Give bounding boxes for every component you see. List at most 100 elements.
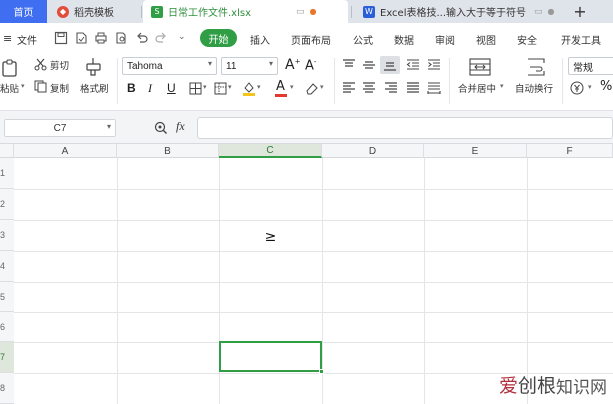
menu-security[interactable]: 安全 — [517, 32, 537, 47]
menu-dev-tools[interactable]: 开发工具 — [561, 32, 601, 47]
merge-cells-icon[interactable] — [469, 58, 491, 76]
grid-line — [14, 312, 613, 313]
percent-button[interactable]: % — [600, 79, 612, 94]
currency-icon[interactable] — [570, 81, 584, 95]
cell-style-dropdown-icon[interactable]: ▾ — [228, 83, 232, 91]
align-bottom-button[interactable] — [380, 56, 400, 74]
redo-icon[interactable] — [154, 31, 168, 45]
quick-access-dropdown-icon[interactable]: ⌄ — [178, 32, 186, 42]
save-icon[interactable] — [54, 31, 68, 45]
paste-dropdown-icon[interactable]: ▾ — [21, 82, 25, 90]
border-icon[interactable] — [189, 82, 202, 95]
merge-dropdown-icon[interactable]: ▾ — [500, 82, 504, 90]
formula-input[interactable] — [197, 117, 613, 139]
align-middle-icon[interactable] — [362, 59, 376, 71]
underline-button[interactable]: U — [167, 81, 176, 95]
distributed-align-icon[interactable] — [427, 82, 441, 94]
grid-line — [322, 158, 323, 404]
row-header-2[interactable]: 2 — [0, 189, 14, 220]
menu-formula[interactable]: 公式 — [353, 32, 373, 47]
window-icon[interactable]: ▭ — [534, 7, 543, 17]
menu-page-layout[interactable]: 页面布局 — [291, 32, 331, 47]
format-painter-label[interactable]: 格式刷 — [80, 81, 109, 95]
menu-insert[interactable]: 插入 — [250, 32, 270, 47]
column-header-a[interactable]: A — [14, 144, 117, 158]
column-header-d[interactable]: D — [322, 144, 424, 158]
align-right-icon[interactable] — [384, 82, 398, 94]
bold-button[interactable]: B — [127, 81, 136, 95]
menu-review[interactable]: 审阅 — [435, 32, 455, 47]
tab-document[interactable]: S 日常工作文件.xlsx ▭ ● — [143, 0, 348, 23]
cut-label[interactable]: 剪切 — [50, 58, 69, 72]
new-tab-button[interactable]: + — [570, 0, 590, 23]
currency-dropdown-icon[interactable]: ▾ — [588, 83, 592, 91]
font-size-value: 11 — [226, 60, 237, 72]
wrap-text-icon[interactable] — [525, 58, 547, 76]
chevron-down-icon: ▾ — [268, 59, 273, 68]
row-header-6[interactable]: 6 — [0, 312, 14, 342]
wrap-text-label[interactable]: 自动换行 — [515, 81, 553, 95]
format-painter-icon[interactable] — [84, 57, 104, 77]
cell-c3[interactable]: ≥ — [219, 226, 322, 248]
clear-format-icon[interactable] — [305, 82, 319, 95]
row-header-4[interactable]: 4 — [0, 251, 14, 282]
column-header-c[interactable]: C — [219, 144, 322, 158]
copy-icon[interactable] — [34, 80, 47, 93]
align-center-icon[interactable] — [362, 82, 376, 94]
increase-indent-icon[interactable] — [427, 59, 441, 71]
decrease-font-icon[interactable]: A- — [305, 58, 316, 73]
grid-line — [527, 158, 528, 404]
fill-color-icon[interactable] — [242, 81, 256, 96]
row-header-7[interactable]: 7 — [0, 342, 14, 373]
undo-icon[interactable] — [135, 31, 149, 45]
window-icon[interactable]: ▭ — [296, 7, 305, 17]
paste-icon[interactable] — [0, 58, 20, 78]
font-name-select[interactable]: Tahoma ▾ — [122, 57, 217, 75]
active-cell-c7[interactable] — [219, 341, 324, 374]
zoom-icon[interactable] — [154, 121, 168, 135]
hamburger-icon[interactable]: ≡ — [3, 32, 12, 45]
export-pdf-icon[interactable] — [74, 31, 88, 45]
watermark-part3: 知识网 — [556, 378, 607, 398]
column-header-f[interactable]: F — [527, 144, 613, 158]
font-color-icon[interactable]: A — [276, 79, 285, 94]
font-color-dropdown-icon[interactable]: ▾ — [290, 83, 294, 91]
menu-start[interactable]: 开始 — [200, 29, 237, 47]
border-dropdown-icon[interactable]: ▾ — [203, 83, 207, 91]
increase-font-icon[interactable]: A+ — [285, 57, 300, 73]
clear-dropdown-icon[interactable]: ▾ — [320, 83, 324, 91]
menu-data[interactable]: 数据 — [394, 32, 414, 47]
italic-button[interactable]: I — [148, 81, 152, 96]
fill-handle[interactable] — [319, 369, 324, 374]
merge-center-label[interactable]: 合并居中 — [458, 81, 496, 95]
menu-view[interactable]: 视图 — [476, 32, 496, 47]
spreadsheet-icon: S — [151, 5, 163, 18]
justify-icon[interactable] — [406, 82, 420, 94]
column-header-e[interactable]: E — [424, 144, 527, 158]
font-size-select[interactable]: 11 ▾ — [221, 57, 278, 75]
name-box[interactable]: C7 ▾ — [4, 119, 116, 137]
tab-template[interactable]: ◆ 稻壳模板 — [47, 0, 141, 23]
row-header-1[interactable]: 1 — [0, 158, 14, 189]
copy-label[interactable]: 复制 — [50, 81, 69, 95]
fx-button[interactable]: fx — [176, 119, 185, 134]
align-top-icon[interactable] — [342, 59, 356, 71]
row-header-5[interactable]: 5 — [0, 282, 14, 312]
select-all-corner[interactable] — [0, 144, 14, 158]
tab-web-article[interactable]: W Excel表格技...输入大于等于符号 ▭ ● — [355, 0, 560, 23]
menu-file[interactable]: 文件 — [17, 32, 37, 47]
column-header-b[interactable]: B — [117, 144, 219, 158]
row-header-8[interactable]: 8 — [0, 373, 14, 404]
print-icon[interactable] — [94, 31, 108, 45]
row-header-3[interactable]: 3 — [0, 220, 14, 251]
number-format-select[interactable]: 常规 — [568, 57, 613, 75]
tab-home[interactable]: 首页 — [0, 0, 47, 23]
scissors-icon[interactable] — [34, 58, 47, 71]
print-preview-icon[interactable] — [114, 31, 128, 45]
decrease-indent-icon[interactable] — [406, 59, 420, 71]
cell-style-icon[interactable] — [214, 82, 227, 95]
paste-label[interactable]: 粘贴 — [0, 81, 19, 95]
fill-color-dropdown-icon[interactable]: ▾ — [257, 83, 261, 91]
align-left-icon[interactable] — [342, 82, 356, 94]
grid-line — [14, 220, 613, 221]
